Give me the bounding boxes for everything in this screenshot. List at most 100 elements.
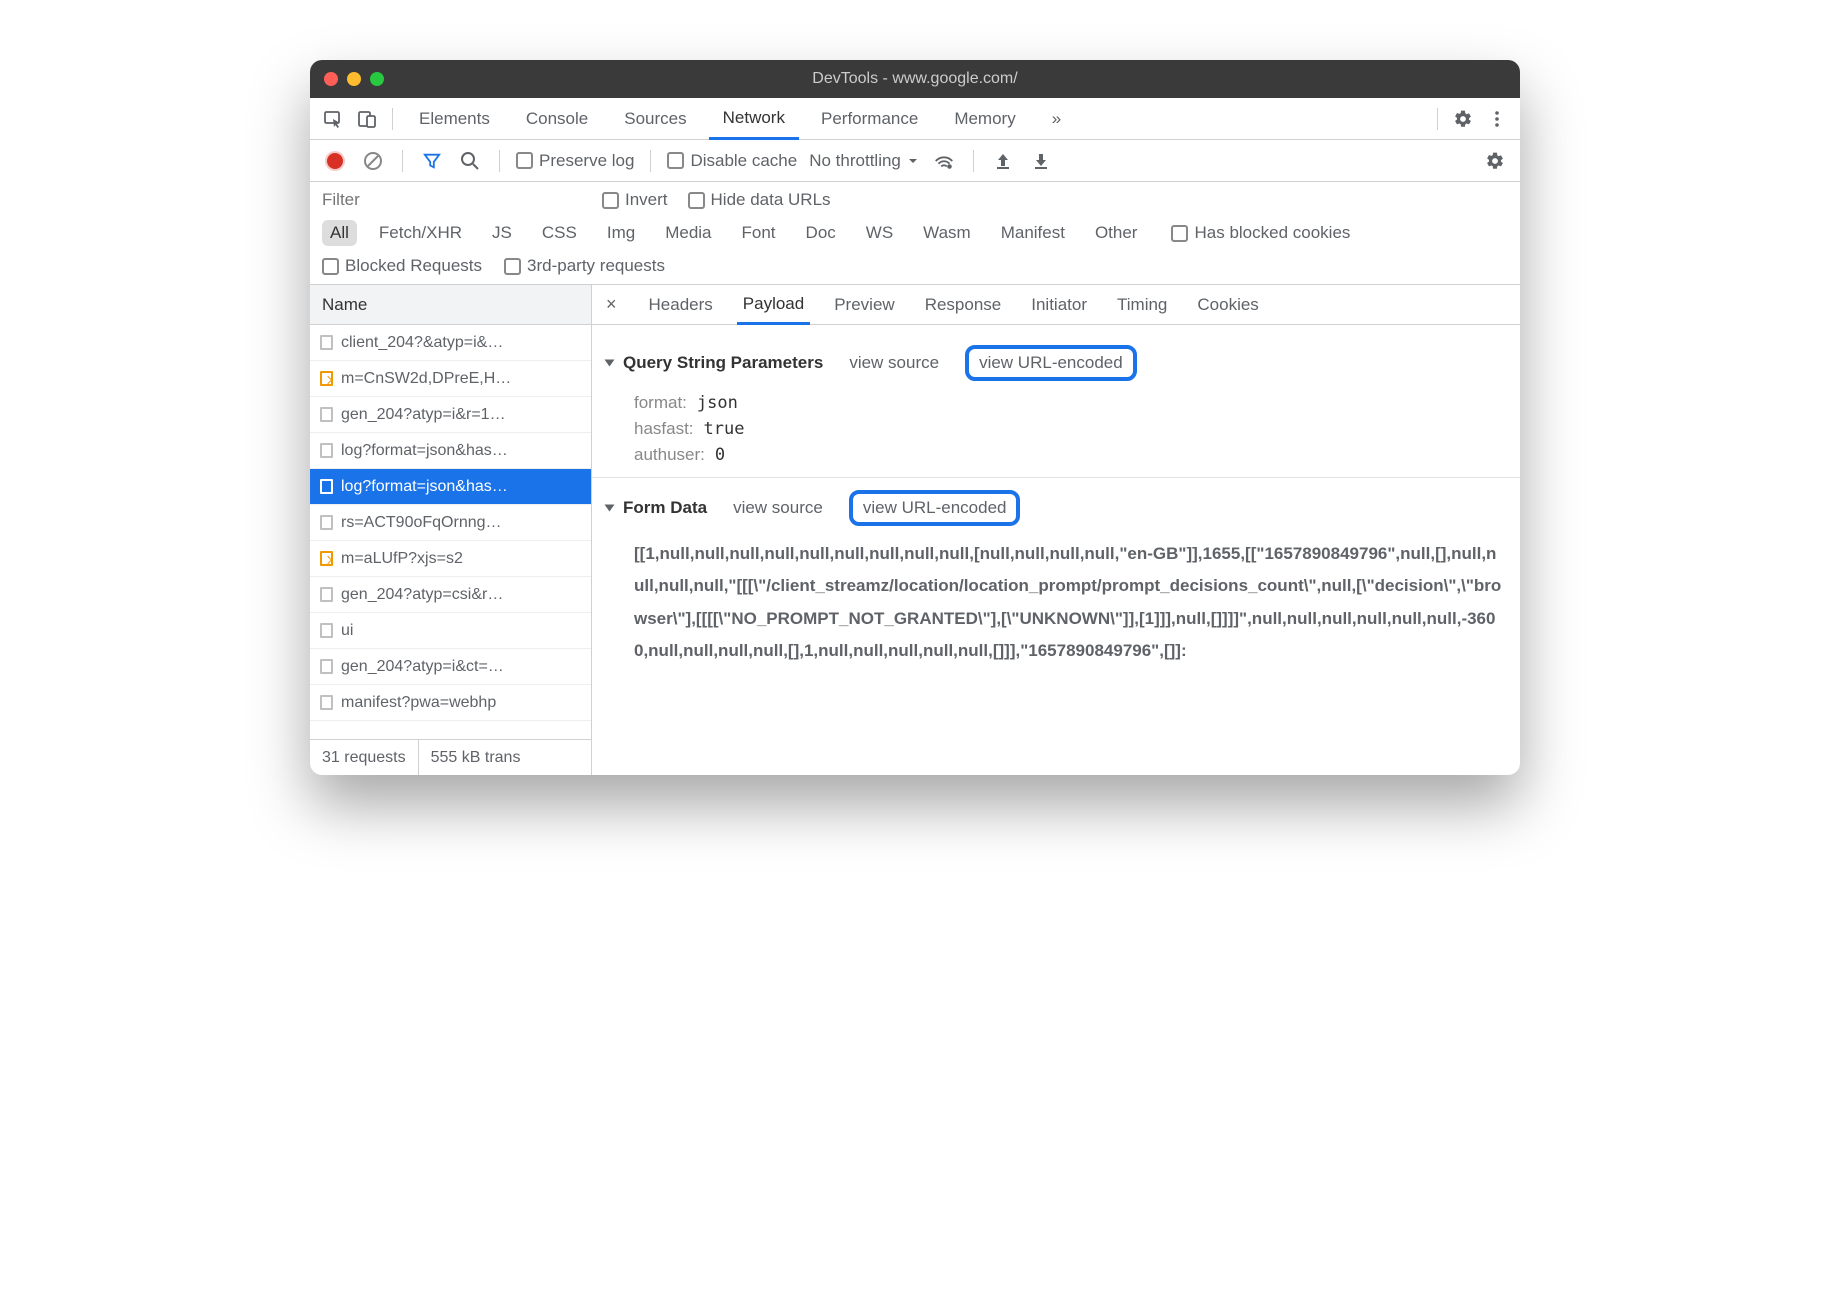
settings-gear-icon[interactable] <box>1482 148 1508 174</box>
chip-fetch-xhr[interactable]: Fetch/XHR <box>371 220 470 246</box>
chip-other[interactable]: Other <box>1087 220 1146 246</box>
document-file-icon <box>320 443 333 458</box>
chip-js[interactable]: JS <box>484 220 520 246</box>
invert-checkbox[interactable]: Invert <box>602 190 668 210</box>
dtab-preview[interactable]: Preview <box>828 285 900 324</box>
chip-wasm[interactable]: Wasm <box>915 220 979 246</box>
blocked-requests-checkbox[interactable]: Blocked Requests <box>322 256 482 276</box>
tab-sources[interactable]: Sources <box>610 98 700 139</box>
dtab-cookies[interactable]: Cookies <box>1191 285 1264 324</box>
hide-data-urls-checkbox[interactable]: Hide data URLs <box>688 190 831 210</box>
has-blocked-cookies-checkbox[interactable]: Has blocked cookies <box>1171 223 1350 243</box>
request-row[interactable]: m=aLUfP?xjs=s2 <box>310 541 591 577</box>
request-name: rs=ACT90oFqOrnng… <box>341 514 502 532</box>
request-row[interactable]: gen_204?atyp=csi&r… <box>310 577 591 613</box>
titlebar: DevTools - www.google.com/ <box>310 60 1520 98</box>
request-name: gen_204?atyp=csi&r… <box>341 586 503 604</box>
request-name: ui <box>341 622 353 640</box>
request-name: gen_204?atyp=i&r=1… <box>341 406 506 424</box>
disable-cache-label: Disable cache <box>690 151 797 171</box>
disclosure-triangle-icon <box>605 505 615 512</box>
chip-font[interactable]: Font <box>734 220 784 246</box>
tab-elements[interactable]: Elements <box>405 98 504 139</box>
main-tab-bar: Elements Console Sources Network Perform… <box>310 98 1520 140</box>
request-row[interactable]: rs=ACT90oFqOrnng… <box>310 505 591 541</box>
dtab-payload[interactable]: Payload <box>737 286 810 325</box>
dtab-timing[interactable]: Timing <box>1111 285 1173 324</box>
request-row[interactable]: log?format=json&has… <box>310 433 591 469</box>
view-url-encoded-link[interactable]: view URL-encoded <box>965 345 1137 381</box>
filter-icon[interactable] <box>419 148 445 174</box>
disable-cache-checkbox[interactable]: Disable cache <box>667 151 797 171</box>
minimize-window-button[interactable] <box>347 72 361 86</box>
query-param-row: hasfast:true <box>634 419 1506 439</box>
divider <box>499 150 500 172</box>
request-list: client_204?&atyp=i&… m=CnSW2d,DPreE,H… gen… <box>310 325 591 739</box>
request-row[interactable]: manifest?pwa=webhp <box>310 685 591 721</box>
tab-more[interactable]: » <box>1038 98 1075 139</box>
chip-manifest[interactable]: Manifest <box>993 220 1073 246</box>
request-row[interactable]: ui <box>310 613 591 649</box>
param-key: hasfast: <box>634 419 694 439</box>
document-file-icon <box>320 695 333 710</box>
request-row[interactable]: gen_204?atyp=i&r=1… <box>310 397 591 433</box>
search-icon[interactable] <box>457 148 483 174</box>
divider <box>392 108 393 130</box>
network-conditions-icon[interactable] <box>931 148 957 174</box>
inspect-icon[interactable] <box>320 106 346 132</box>
devtools-window: DevTools - www.google.com/ Elements Cons… <box>310 60 1520 775</box>
upload-icon[interactable] <box>990 148 1016 174</box>
document-file-icon <box>320 587 333 602</box>
dtab-initiator[interactable]: Initiator <box>1025 285 1093 324</box>
payload-body: Query String Parameters view source view… <box>592 325 1520 775</box>
request-name: client_204?&atyp=i&… <box>341 334 503 352</box>
chip-media[interactable]: Media <box>657 220 719 246</box>
chip-css[interactable]: CSS <box>534 220 585 246</box>
request-row[interactable]: m=CnSW2d,DPreE,H… <box>310 361 591 397</box>
form-data-section-header[interactable]: Form Data view source view URL-encoded <box>606 490 1506 526</box>
form-data-body: [[1,null,null,null,null,null,null,null,n… <box>634 538 1506 667</box>
kebab-menu-icon[interactable] <box>1484 106 1510 132</box>
details-tab-bar: × Headers Payload Preview Response Initi… <box>592 285 1520 325</box>
name-column-header[interactable]: Name <box>310 285 591 325</box>
param-key: format: <box>634 393 687 413</box>
download-icon[interactable] <box>1028 148 1054 174</box>
chip-img[interactable]: Img <box>599 220 643 246</box>
throttling-select[interactable]: No throttling <box>809 151 919 171</box>
chip-all[interactable]: All <box>322 220 357 246</box>
divider <box>650 150 651 172</box>
document-file-icon <box>320 479 333 494</box>
close-window-button[interactable] <box>324 72 338 86</box>
request-row[interactable]: client_204?&atyp=i&… <box>310 325 591 361</box>
tab-network[interactable]: Network <box>709 99 799 140</box>
tab-performance[interactable]: Performance <box>807 98 932 139</box>
query-string-section-header[interactable]: Query String Parameters view source view… <box>606 345 1506 381</box>
param-value: 0 <box>715 445 725 465</box>
param-value: json <box>697 393 738 413</box>
chip-ws[interactable]: WS <box>858 220 901 246</box>
preserve-log-checkbox[interactable]: Preserve log <box>516 151 634 171</box>
request-row[interactable]: log?format=json&has… <box>310 469 591 505</box>
request-row[interactable]: gen_204?atyp=i&ct=… <box>310 649 591 685</box>
filter-bar: Invert Hide data URLs All Fetch/XHR JS C… <box>310 182 1520 285</box>
record-button[interactable] <box>322 148 348 174</box>
third-party-checkbox[interactable]: 3rd-party requests <box>504 256 665 276</box>
view-source-link[interactable]: view source <box>849 353 939 373</box>
preserve-log-label: Preserve log <box>539 151 634 171</box>
close-details-icon[interactable]: × <box>598 294 625 315</box>
divider <box>402 150 403 172</box>
device-toggle-icon[interactable] <box>354 106 380 132</box>
clear-icon[interactable] <box>360 148 386 174</box>
script-file-icon <box>320 371 333 386</box>
view-url-encoded-link[interactable]: view URL-encoded <box>849 490 1021 526</box>
gear-icon[interactable] <box>1450 106 1476 132</box>
dtab-headers[interactable]: Headers <box>643 285 719 324</box>
filter-input[interactable] <box>322 190 582 210</box>
script-file-icon <box>320 551 333 566</box>
dtab-response[interactable]: Response <box>919 285 1008 324</box>
maximize-window-button[interactable] <box>370 72 384 86</box>
tab-memory[interactable]: Memory <box>940 98 1029 139</box>
view-source-link[interactable]: view source <box>733 498 823 518</box>
chip-doc[interactable]: Doc <box>798 220 844 246</box>
tab-console[interactable]: Console <box>512 98 602 139</box>
